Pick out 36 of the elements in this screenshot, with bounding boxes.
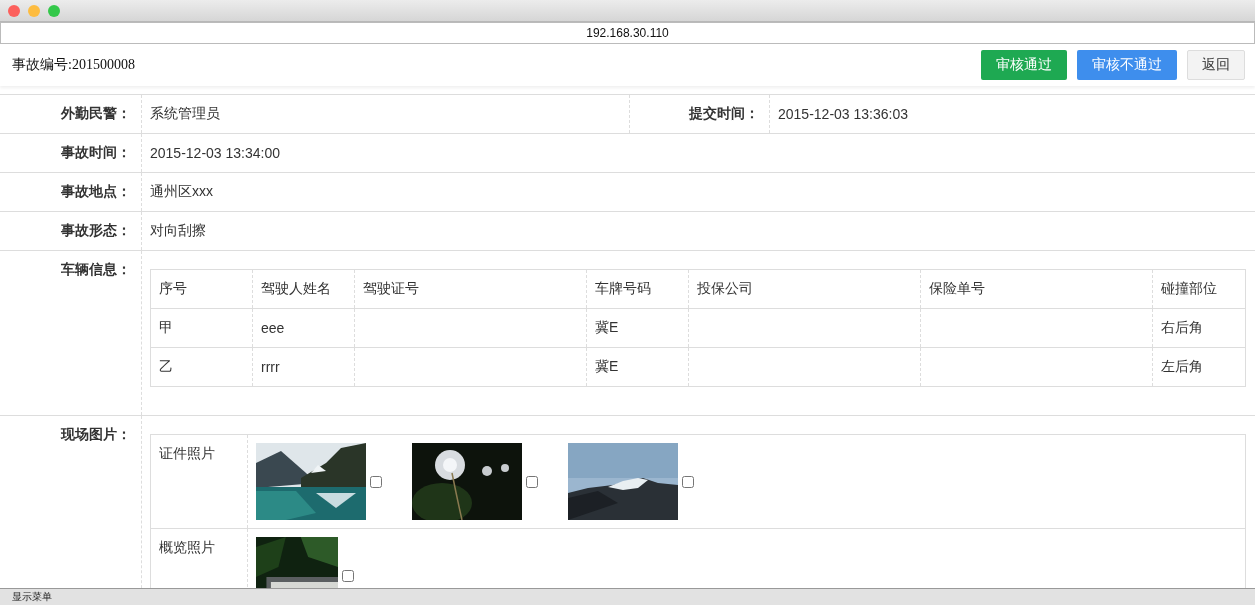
field-label: 车辆信息： (0, 250, 142, 416)
field-label: 事故地点： (0, 172, 142, 212)
field-label: 事故时间： (0, 133, 142, 173)
status-text[interactable]: 显示菜单 (12, 590, 52, 604)
photo-group-label: 证件照片 (150, 434, 248, 529)
photo-checkbox[interactable] (682, 476, 694, 488)
table-cell: 右后角 (1152, 308, 1246, 348)
column-header: 驾驶证号 (354, 269, 587, 309)
column-header: 碰撞部位 (1152, 269, 1246, 309)
field-label: 事故形态： (0, 211, 142, 251)
address-bar[interactable]: 192.168.30.110 (0, 22, 1255, 44)
field-value: 对向刮擦 (141, 211, 1255, 251)
photo-checkbox[interactable] (370, 476, 382, 488)
column-header: 车牌号码 (586, 269, 689, 309)
field-value: 2015-12-03 13:36:03 (769, 94, 1255, 134)
field-label: 提交时间： (629, 94, 770, 134)
table-cell: rrrr (252, 347, 355, 387)
column-header: 投保公司 (688, 269, 921, 309)
action-button[interactable]: 返回 (1187, 50, 1245, 80)
field-value: 通州区xxx (141, 172, 1255, 212)
column-header: 保险单号 (920, 269, 1153, 309)
photo-checkbox[interactable] (342, 570, 354, 582)
table-cell: eee (252, 308, 355, 348)
table-cell: 乙 (150, 347, 253, 387)
table-cell: 冀E (586, 308, 689, 348)
table-cell: 冀E (586, 347, 689, 387)
photo-checkbox[interactable] (526, 476, 538, 488)
column-header: 驾驶人姓名 (252, 269, 355, 309)
field-value: 2015-12-03 13:34:00 (141, 133, 1255, 173)
close-icon[interactable] (8, 4, 20, 17)
case-number: 事故编号:201500008 (12, 56, 135, 74)
column-header: 序号 (150, 269, 253, 309)
field-value: 系统管理员 (141, 94, 630, 134)
table-cell: 左后角 (1152, 347, 1246, 387)
field-label: 外勤民警： (0, 94, 142, 134)
table-cell: 甲 (150, 308, 253, 348)
